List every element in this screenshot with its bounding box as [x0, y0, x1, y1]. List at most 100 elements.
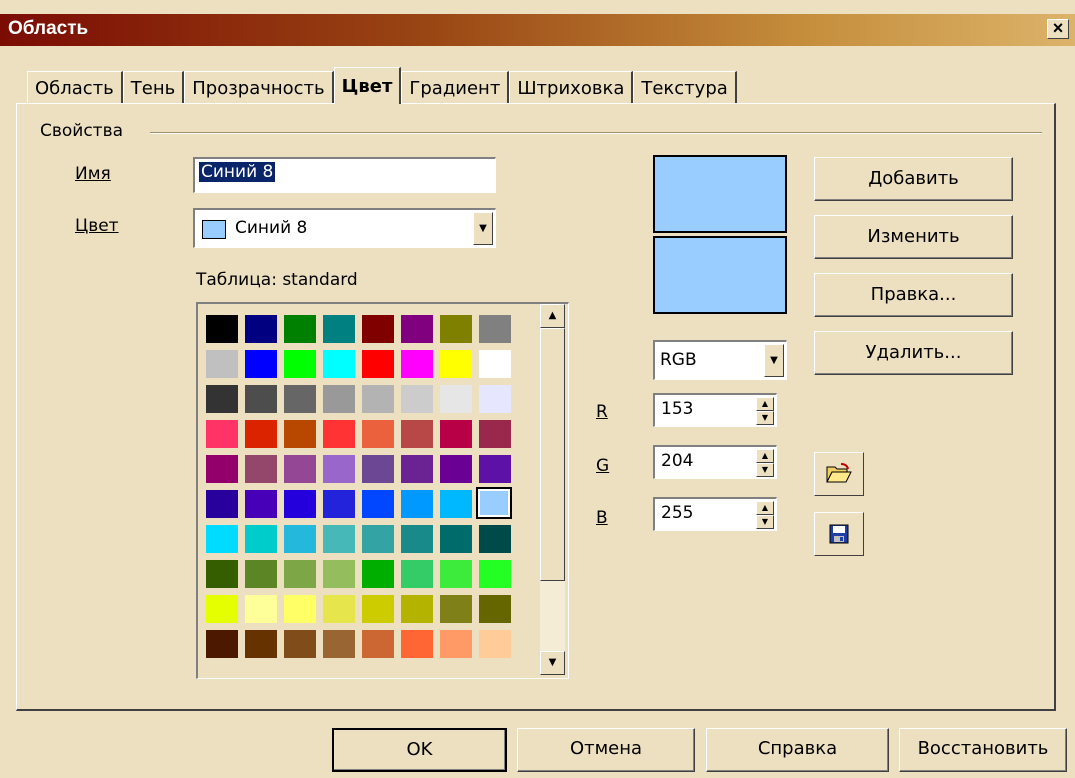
tab-area[interactable]: Область — [27, 71, 123, 104]
palette-swatch[interactable] — [319, 522, 358, 557]
palette-swatch[interactable] — [280, 347, 319, 382]
cancel-button[interactable]: Отмена — [517, 728, 695, 772]
palette-swatch[interactable] — [397, 347, 436, 382]
palette-swatch[interactable] — [397, 592, 436, 627]
palette-swatch[interactable] — [436, 452, 475, 487]
color-select[interactable]: Синий 8 ▼ — [193, 208, 496, 248]
palette-swatch[interactable] — [280, 417, 319, 452]
palette-swatch[interactable] — [358, 382, 397, 417]
tab-texture[interactable]: Текстура — [633, 71, 737, 104]
color-model-select[interactable]: RGB ▼ — [653, 340, 787, 380]
palette-swatch[interactable] — [397, 382, 436, 417]
palette-swatch[interactable] — [202, 452, 241, 487]
tab-transparency[interactable]: Прозрачность — [184, 71, 334, 104]
palette-swatch[interactable] — [475, 557, 514, 592]
palette-swatch[interactable] — [358, 452, 397, 487]
palette-swatch[interactable] — [319, 417, 358, 452]
palette-swatch[interactable] — [280, 592, 319, 627]
open-palette-button[interactable] — [814, 452, 864, 496]
palette-swatch[interactable] — [241, 487, 280, 522]
palette-swatch[interactable] — [358, 522, 397, 557]
palette-swatch[interactable] — [436, 627, 475, 662]
g-down-button[interactable]: ▼ — [756, 463, 774, 477]
palette-swatch[interactable] — [202, 382, 241, 417]
palette-swatch[interactable] — [358, 487, 397, 522]
g-spin-buttons[interactable]: ▲ ▼ — [756, 449, 774, 477]
palette-swatch[interactable] — [280, 452, 319, 487]
palette-swatch[interactable] — [436, 417, 475, 452]
palette-swatch[interactable] — [475, 522, 514, 557]
reset-button[interactable]: Восстановить — [899, 728, 1067, 772]
palette-swatch[interactable] — [397, 627, 436, 662]
palette-swatch[interactable] — [436, 382, 475, 417]
modify-button[interactable]: Изменить — [814, 215, 1013, 259]
palette-swatch[interactable] — [397, 452, 436, 487]
close-button[interactable]: × — [1047, 19, 1069, 39]
g-spinner[interactable]: 204 ▲ ▼ — [653, 445, 777, 479]
palette-swatch[interactable] — [241, 627, 280, 662]
palette-swatch[interactable] — [241, 557, 280, 592]
palette-swatch[interactable] — [202, 592, 241, 627]
palette-swatch[interactable] — [319, 557, 358, 592]
palette-swatch[interactable] — [358, 627, 397, 662]
palette-swatch[interactable] — [319, 592, 358, 627]
tab-hatching[interactable]: Штриховка — [509, 71, 634, 104]
r-spin-buttons[interactable]: ▲ ▼ — [756, 397, 774, 425]
palette-swatch[interactable] — [241, 452, 280, 487]
palette-swatch[interactable] — [358, 417, 397, 452]
color-model-dropdown-button[interactable]: ▼ — [764, 344, 784, 377]
palette-swatch[interactable] — [241, 312, 280, 347]
name-field[interactable]: Синий 8 — [193, 157, 496, 193]
ok-button[interactable]: OK — [332, 728, 507, 772]
palette-swatch[interactable] — [475, 592, 514, 627]
palette-swatch[interactable] — [436, 347, 475, 382]
palette-swatch[interactable] — [358, 557, 397, 592]
palette-scrollbar[interactable]: ▲ ▼ — [540, 304, 565, 675]
palette-swatch[interactable] — [436, 557, 475, 592]
palette-swatch[interactable] — [202, 627, 241, 662]
palette-swatch[interactable] — [202, 557, 241, 592]
palette-swatch[interactable] — [436, 312, 475, 347]
palette-swatch[interactable] — [241, 347, 280, 382]
palette-swatch[interactable] — [319, 452, 358, 487]
delete-button[interactable]: Удалить... — [814, 331, 1013, 375]
tab-shadow[interactable]: Тень — [122, 71, 185, 104]
palette-swatch[interactable] — [202, 417, 241, 452]
g-up-button[interactable]: ▲ — [756, 449, 774, 463]
palette-swatch[interactable] — [397, 557, 436, 592]
help-button[interactable]: Справка — [706, 728, 889, 772]
palette-swatch[interactable] — [397, 487, 436, 522]
palette-swatch[interactable] — [475, 417, 514, 452]
palette-swatch[interactable] — [475, 347, 514, 382]
palette-swatch[interactable] — [319, 347, 358, 382]
b-spin-buttons[interactable]: ▲ ▼ — [756, 501, 774, 529]
r-spinner[interactable]: 153 ▲ ▼ — [653, 393, 777, 427]
tab-color[interactable]: Цвет — [333, 67, 402, 104]
edit-button[interactable]: Правка... — [814, 273, 1013, 317]
r-up-button[interactable]: ▲ — [756, 397, 774, 411]
color-dropdown-button[interactable]: ▼ — [473, 212, 493, 245]
palette-swatch[interactable] — [358, 347, 397, 382]
palette-swatch[interactable] — [475, 312, 514, 347]
palette-swatch[interactable] — [241, 592, 280, 627]
palette-swatch[interactable] — [358, 312, 397, 347]
palette-swatch[interactable] — [241, 382, 280, 417]
palette-swatch[interactable] — [436, 592, 475, 627]
b-spinner[interactable]: 255 ▲ ▼ — [653, 497, 777, 531]
scroll-down-button[interactable]: ▼ — [540, 651, 565, 675]
palette-swatch[interactable] — [319, 382, 358, 417]
palette-swatch[interactable] — [475, 487, 514, 522]
r-down-button[interactable]: ▼ — [756, 411, 774, 425]
palette-swatch[interactable] — [241, 522, 280, 557]
palette-swatch[interactable] — [280, 487, 319, 522]
palette-swatch[interactable] — [202, 487, 241, 522]
palette-swatch[interactable] — [358, 592, 397, 627]
palette-swatch[interactable] — [280, 627, 319, 662]
palette-swatch[interactable] — [202, 347, 241, 382]
save-palette-button[interactable] — [814, 512, 864, 556]
palette-swatch[interactable] — [436, 487, 475, 522]
palette-swatch[interactable] — [241, 417, 280, 452]
palette-swatch[interactable] — [202, 522, 241, 557]
tab-gradient[interactable]: Градиент — [401, 71, 510, 104]
palette-swatch[interactable] — [436, 522, 475, 557]
